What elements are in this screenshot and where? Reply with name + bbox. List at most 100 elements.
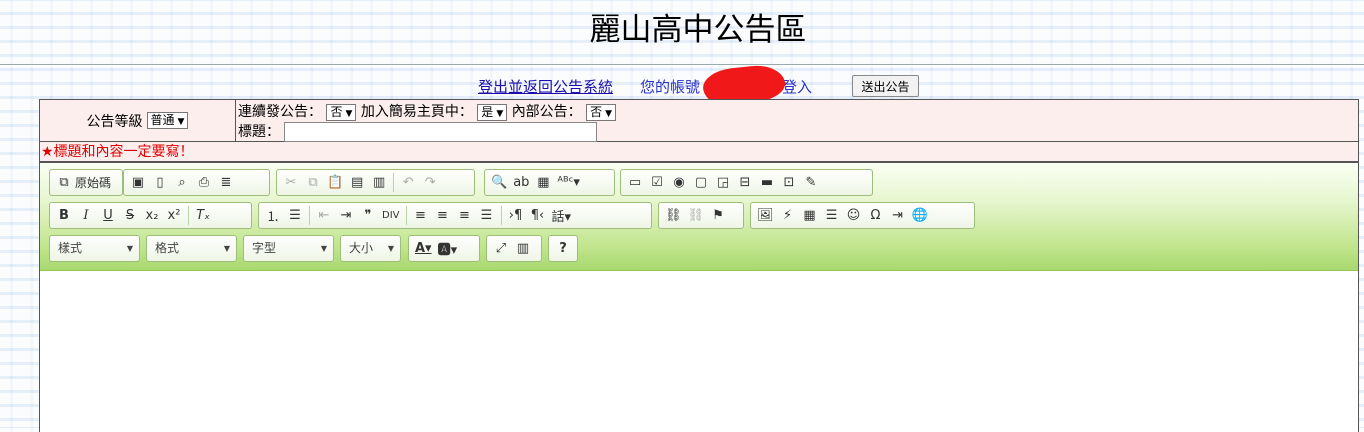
align-center-icon[interactable]: ≡: [432, 205, 454, 226]
language-icon[interactable]: 話▾: [549, 205, 575, 226]
internal-value: 否: [590, 104, 603, 119]
account-bar: 登出並返回公告系統 您的帳號 登入 送出公告: [0, 62, 1364, 108]
editor-content-area[interactable]: [40, 271, 1358, 431]
toolbar-separator: [500, 206, 502, 225]
superscript-icon[interactable]: x²: [163, 205, 185, 226]
bold-icon[interactable]: B: [53, 205, 75, 226]
strike-icon[interactable]: S: [119, 205, 141, 226]
font-combo[interactable]: 字型 ▼: [243, 235, 334, 262]
preview-icon[interactable]: ⌕: [171, 172, 193, 193]
find-icon[interactable]: 🔍: [488, 172, 510, 193]
replace-icon[interactable]: ab: [510, 172, 532, 193]
paste-icon[interactable]: 📋: [324, 172, 346, 193]
subscript-icon[interactable]: x₂: [141, 205, 163, 226]
justify-icon[interactable]: ☰: [476, 205, 498, 226]
submit-announcement-button[interactable]: 送出公告: [852, 75, 919, 97]
format-combo[interactable]: 格式 ▼: [146, 235, 237, 262]
undo-icon[interactable]: ↶: [397, 172, 419, 193]
print-icon[interactable]: ⎙: [193, 172, 215, 193]
select-all-icon[interactable]: ▦: [532, 172, 554, 193]
toolbar-group-colors: A▾ 🅰▾: [408, 235, 480, 262]
homepage-select[interactable]: 是 ▼: [477, 103, 508, 121]
bulleted-list-icon[interactable]: ☰: [284, 205, 306, 226]
textarea-icon[interactable]: ◲: [712, 172, 734, 193]
link-icon[interactable]: ⛓: [662, 205, 685, 226]
checkbox-icon[interactable]: ☑: [646, 172, 668, 193]
radio-icon[interactable]: ◉: [668, 172, 690, 193]
textfield-icon[interactable]: ▢: [690, 172, 712, 193]
text-color-icon[interactable]: A▾: [412, 238, 435, 259]
logout-link[interactable]: 登出並返回公告系統: [478, 76, 613, 97]
align-left-icon[interactable]: ≡: [410, 205, 432, 226]
special-char-icon[interactable]: Ω: [865, 205, 887, 226]
smiley-icon[interactable]: ☺: [843, 205, 865, 226]
table-icon[interactable]: ▦: [799, 205, 821, 226]
toolbar-group-source: ⧉ 原始碼: [49, 169, 123, 196]
editor-toolbar: ⧉ 原始碼 ▣ ▯ ⌕ ⎙ ≣ ✂ ⧉ 📋 ▤ ▥ ↶ ↷ 🔍 ab ▦ ᴬᴮᶜ…: [40, 163, 1358, 271]
numbered-list-icon[interactable]: ⒈: [262, 205, 284, 226]
button-icon[interactable]: ▬: [756, 172, 778, 193]
new-page-icon[interactable]: ▯: [149, 172, 171, 193]
continuous-select[interactable]: 否 ▼: [326, 103, 357, 121]
paste-word-icon[interactable]: ▥: [368, 172, 390, 193]
image-button-icon[interactable]: ⊡: [778, 172, 800, 193]
maximize-icon[interactable]: ⤢: [490, 238, 512, 259]
unlink-icon[interactable]: ⛓: [685, 205, 708, 226]
bg-color-icon[interactable]: 🅰▾: [435, 238, 461, 259]
outdent-icon[interactable]: ⇤: [313, 205, 335, 226]
source-icon[interactable]: ⧉: [53, 172, 75, 193]
source-button-label[interactable]: 原始碼: [75, 174, 111, 191]
toolbar-group-editing: 🔍 ab ▦ ᴬᴮᶜ▾: [484, 169, 615, 196]
rtl-icon[interactable]: ¶‹: [527, 205, 549, 226]
options-row: 連續發公告： 否 ▼ 加入簡易主頁中： 是 ▼ 內部公告： 否 ▼: [238, 101, 1358, 121]
toolbar-group-about: ?: [548, 235, 578, 262]
remove-format-icon[interactable]: Tₓ: [192, 205, 214, 226]
redo-icon[interactable]: ↷: [419, 172, 441, 193]
toolbar-group-forms: ▭ ☑ ◉ ▢ ◲ ⊟ ▬ ⊡ ✎: [620, 169, 873, 196]
page-break-icon[interactable]: ⇥: [887, 205, 909, 226]
level-cell: 公告等級 普通 ▼: [40, 100, 236, 142]
copy-icon[interactable]: ⧉: [302, 172, 324, 193]
ltr-icon[interactable]: ›¶: [505, 205, 527, 226]
show-blocks-icon[interactable]: ▥: [512, 238, 534, 259]
chevron-down-icon: ▼: [345, 108, 353, 119]
blockquote-icon[interactable]: ❞: [357, 205, 379, 226]
hidden-field-icon[interactable]: ✎: [800, 172, 822, 193]
toolbar-group-clipboard: ✂ ⧉ 📋 ▤ ▥ ↶ ↷: [276, 169, 475, 196]
continuous-label: 連續發公告：: [238, 104, 322, 120]
save-icon[interactable]: ▣: [127, 172, 149, 193]
italic-icon[interactable]: I: [75, 205, 97, 226]
spellcheck-icon[interactable]: ᴬᴮᶜ▾: [554, 172, 583, 193]
level-label: 公告等級: [86, 113, 143, 130]
select-icon[interactable]: ⊟: [734, 172, 756, 193]
level-select[interactable]: 普通 ▼: [146, 112, 189, 129]
level-value: 普通: [150, 113, 175, 127]
horizontal-line-icon[interactable]: ☰: [821, 205, 843, 226]
indent-icon[interactable]: ⇥: [335, 205, 357, 226]
internal-select[interactable]: 否 ▼: [586, 103, 617, 121]
toolbar-separator: [188, 206, 189, 225]
image-icon[interactable]: 🖼: [754, 205, 777, 226]
flash-icon[interactable]: ⚡: [777, 205, 799, 226]
options-cell: 連續發公告： 否 ▼ 加入簡易主頁中： 是 ▼ 內部公告： 否 ▼ 標題：: [236, 100, 1358, 142]
templates-icon[interactable]: ≣: [215, 172, 237, 193]
continuous-value: 否: [330, 104, 343, 119]
anchor-icon[interactable]: ⚑: [707, 205, 729, 226]
toolbar-group-tools: ⤢ ▥: [486, 235, 542, 262]
header-divider: [0, 64, 1364, 66]
form-icon[interactable]: ▭: [624, 172, 646, 193]
underline-icon[interactable]: U: [97, 205, 119, 226]
size-combo[interactable]: 大小 ▼: [340, 235, 401, 262]
style-combo[interactable]: 樣式 ▼: [49, 235, 140, 262]
div-icon[interactable]: DIV: [379, 205, 403, 226]
announcement-form: 公告等級 普通 ▼ 連續發公告： 否 ▼ 加入簡易主頁中： 是 ▼ 內部公告： 否 ▼ …: [39, 99, 1359, 162]
cut-icon[interactable]: ✂: [280, 172, 302, 193]
chevron-down-icon: ▼: [223, 244, 230, 253]
iframe-icon[interactable]: 🌐: [909, 205, 931, 226]
about-icon[interactable]: ?: [552, 238, 574, 259]
paste-text-icon[interactable]: ▤: [346, 172, 368, 193]
align-right-icon[interactable]: ≡: [454, 205, 476, 226]
title-input[interactable]: [284, 122, 598, 142]
homepage-value: 是: [481, 104, 494, 119]
toolbar-group-document: ▣ ▯ ⌕ ⎙ ≣: [123, 169, 270, 196]
